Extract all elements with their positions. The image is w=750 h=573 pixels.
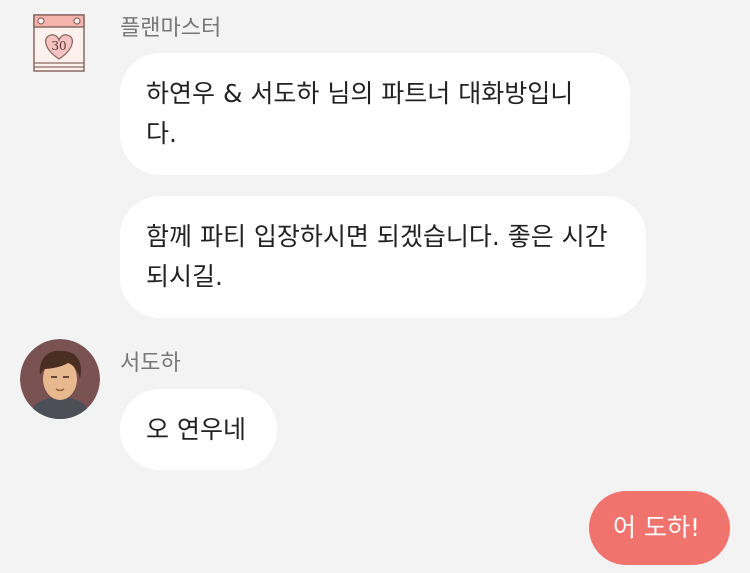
sender-name-planmaster: 플랜마스터 <box>120 16 222 41</box>
calendar-number: 30 <box>51 39 66 53</box>
profile-avatar-icon[interactable] <box>20 339 100 419</box>
message-bubble: 오 연우네 <box>120 389 277 470</box>
message-bubble: 함께 파티 입장하시면 되겠습니다. 좋은 시간 되시길. <box>120 196 646 318</box>
sender-name-doha: 서도하 <box>120 351 181 376</box>
chat-screen: 30 플랜마스터 하연우 & 서도하 님의 파트너 대화방입니다. 함께 파티 … <box>0 0 750 573</box>
my-message-bubble: 어 도하! <box>589 491 730 565</box>
calendar-heart-icon[interactable]: 30 <box>22 7 102 87</box>
message-bubble: 하연우 & 서도하 님의 파트너 대화방입니다. <box>120 53 630 175</box>
